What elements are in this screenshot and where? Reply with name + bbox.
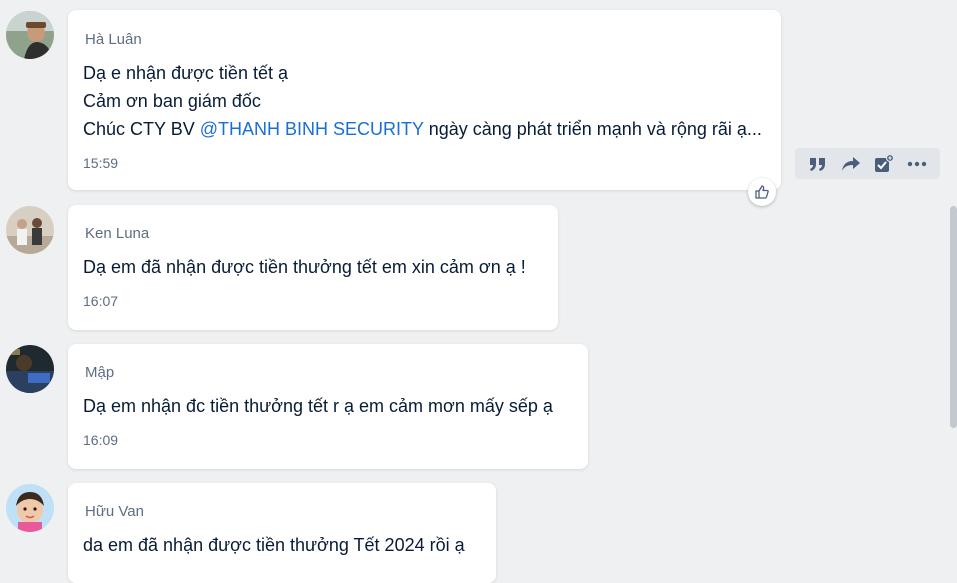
message-text: ngày càng phát triển mạnh và rộng rãi ạ.… <box>423 119 762 139</box>
sender-name: Hà Luân <box>85 31 142 48</box>
add-task-button[interactable] <box>870 150 898 178</box>
message-text: Dạ em đã nhận được tiền thưởng tết em xi… <box>83 257 526 277</box>
message-bubble-1[interactable]: Hà Luân Dạ e nhận được tiền tết ạ Cảm ơn… <box>68 10 781 190</box>
message-bubble-3[interactable]: Mập Dạ em nhận đc tiền thưởng tết r ạ em… <box>68 344 588 469</box>
avatar-ken-luna[interactable] <box>6 206 54 254</box>
message-time: 15:59 <box>83 155 119 171</box>
message-time: 16:09 <box>83 432 119 448</box>
quote-button[interactable] <box>804 150 832 178</box>
forward-button[interactable] <box>837 150 865 178</box>
quote-icon <box>809 157 825 171</box>
task-icon <box>875 153 895 172</box>
message-text: Chúc CTY BV <box>83 119 200 139</box>
message-bubble-2[interactable]: Ken Luna Dạ em đã nhận được tiền thưởng … <box>68 205 558 330</box>
more-options-button[interactable] <box>903 150 931 178</box>
message-line: Chúc CTY BV @THANH BINH SECURITY ngày cà… <box>83 115 765 143</box>
message-bubble-4[interactable]: Hữu Van da em đã nhận được tiền thưởng T… <box>68 483 496 583</box>
message-line: Dạ e nhận được tiền tết ạ <box>83 63 288 83</box>
avatar-ha-luan[interactable] <box>6 11 54 59</box>
sender-name: Mập <box>85 364 115 381</box>
message-text: da em đã nhận được tiền thưởng Tết 2024 … <box>83 535 465 555</box>
message-line: Cảm ơn ban giám đốc <box>83 91 261 111</box>
message-time: 16:07 <box>83 293 119 309</box>
like-button[interactable] <box>748 178 776 206</box>
avatar-map[interactable] <box>6 345 54 393</box>
forward-icon <box>841 156 860 171</box>
mention-link[interactable]: @THANH BINH SECURITY <box>200 119 424 139</box>
message-text: Dạ em nhận đc tiền thưởng tết r ạ em cảm… <box>83 396 553 416</box>
chat-scrollbar[interactable] <box>950 206 957 428</box>
thumbs-up-icon <box>755 185 769 199</box>
sender-name: Hữu Van <box>85 503 144 520</box>
message-actions-toolbar <box>795 148 940 179</box>
avatar-huu-van[interactable] <box>6 484 54 532</box>
sender-name: Ken Luna <box>85 225 150 242</box>
more-icon <box>908 161 927 166</box>
